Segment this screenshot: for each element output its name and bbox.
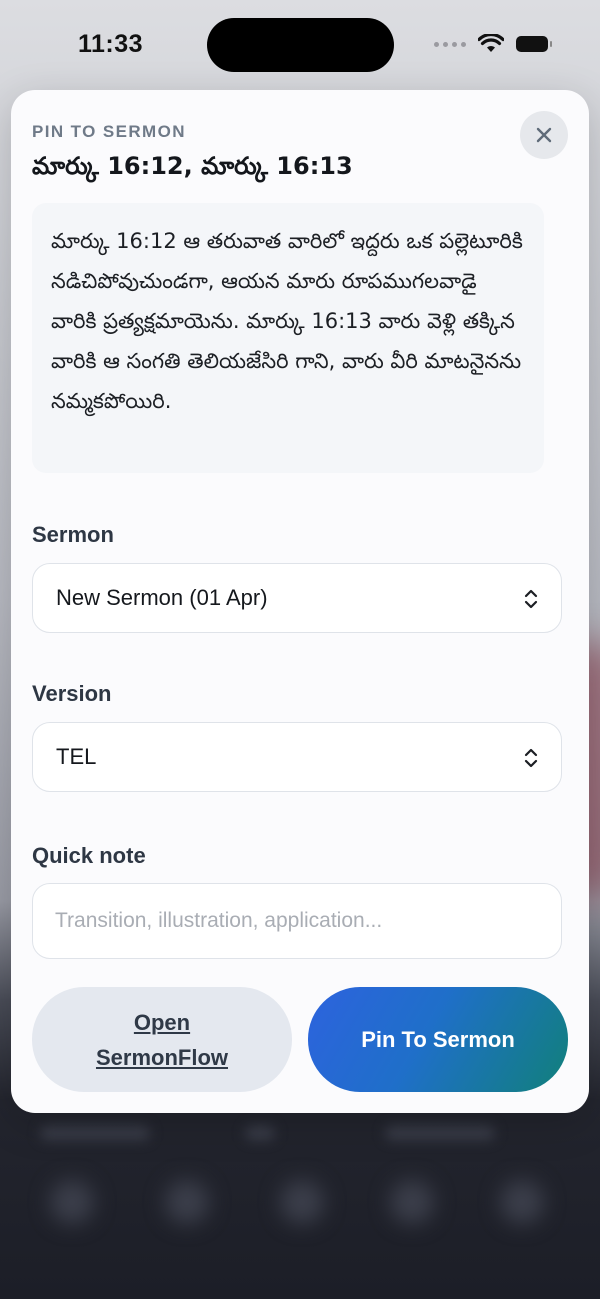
- background-blur-blob: [500, 1180, 544, 1224]
- battery-icon: [516, 36, 552, 52]
- pin-to-sermon-label: Pin To Sermon: [361, 1026, 515, 1052]
- dynamic-island: [207, 18, 394, 72]
- sheet-eyebrow: PIN TO SERMON: [32, 122, 186, 141]
- pin-to-sermon-button[interactable]: Pin To Sermon: [308, 987, 568, 1092]
- sermon-select-value: New Sermon (01 Apr): [56, 585, 268, 610]
- pin-to-sermon-sheet: PIN TO SERMON మార్కు 16:12, మార్కు 16:13…: [11, 90, 589, 1113]
- sermon-select[interactable]: New Sermon (01 Apr): [32, 563, 562, 633]
- version-select[interactable]: TEL: [32, 722, 562, 792]
- open-sermonflow-label: Open SermonFlow: [95, 1009, 228, 1070]
- quick-note-label: Quick note: [32, 843, 146, 868]
- verse-text: మార్కు 16:12 ఆ తరువాత వారిలో ఇద్దరు ఒక ప…: [51, 229, 523, 413]
- background-blur-blob: [165, 1180, 209, 1224]
- status-bar: 11:33: [0, 0, 600, 90]
- sheet-title: మార్కు 16:12, మార్కు 16:13: [32, 152, 353, 180]
- background-blur-blob: [50, 1180, 94, 1224]
- close-icon: [536, 127, 552, 143]
- version-select-value: TEL: [56, 744, 97, 769]
- version-label: Version: [32, 681, 112, 706]
- close-button[interactable]: [520, 111, 568, 159]
- quick-note-input[interactable]: [32, 883, 562, 959]
- background-blur-bar: [245, 1126, 275, 1140]
- wifi-icon: [478, 34, 504, 52]
- background-blur-blob: [390, 1180, 434, 1224]
- background-blur-blob: [280, 1180, 324, 1224]
- background-blur-bar: [40, 1126, 150, 1140]
- open-sermonflow-button[interactable]: Open SermonFlow: [32, 987, 292, 1092]
- chevron-updown-icon: [524, 748, 538, 768]
- status-time: 11:33: [78, 30, 144, 58]
- cellular-signal-icon: [434, 41, 466, 47]
- verse-preview: మార్కు 16:12 ఆ తరువాత వారిలో ఇద్దరు ఒక ప…: [32, 203, 544, 473]
- background-tab-bar: [0, 1110, 600, 1299]
- status-icons: [434, 34, 552, 54]
- sermon-label: Sermon: [32, 522, 114, 547]
- chevron-updown-icon: [524, 589, 538, 609]
- background-blur-bar: [385, 1126, 495, 1140]
